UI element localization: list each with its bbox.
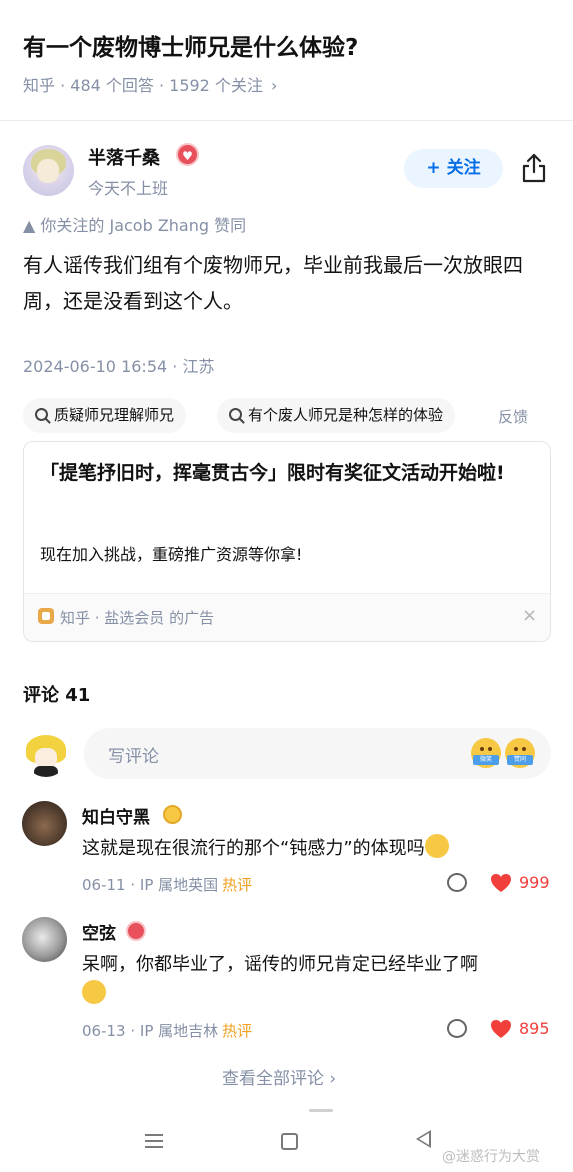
question-title[interactable]: 有一个废物博士师兄是什么体验? [23,28,358,62]
comment-meta: 06-13 · IP 属地吉林 热评 [82,1020,252,1041]
zhihu-vip-logo-icon [38,608,54,624]
watermark: @迷惑行为大赏 [442,1149,540,1165]
comment-date-location: 06-13 · IP 属地吉林 [82,1022,219,1040]
back-icon[interactable] [416,1130,431,1148]
member-badge-icon [163,805,182,824]
ad-source: 知乎 · 盐选会员 的广告 [60,609,215,627]
cat-emoji-icon [424,834,449,858]
commenter-avatar[interactable] [22,917,67,962]
heart-icon[interactable] [490,1019,512,1039]
author-bio: 今天不上班 [88,179,169,198]
related-search-label: 有个废人师兄是种怎样的体验 [248,406,444,424]
comments-header: 评论 41 [23,685,91,706]
follow-button[interactable]: + 关注 [404,149,503,188]
verified-badge-icon [126,921,146,941]
emoji-agree-label: 赞同 [507,755,533,765]
emoji-smile-label: 微笑 [473,755,499,765]
upvote-notice: ▲ 你关注的 Jacob Zhang 赞同 [23,216,247,235]
share-icon[interactable] [520,152,548,184]
author-name[interactable]: 半落千桑 [88,144,160,170]
ad-title: 「提笔抒旧时，挥毫贯古今」限时有奖征文活动开始啦! [40,462,505,484]
comment-bubble-icon[interactable] [447,1019,467,1038]
related-search-label: 质疑师兄理解师兄 [54,406,175,424]
like-count: 895 [519,1019,550,1038]
comment-text-body: 呆啊，你都毕业了，谣传的师兄肯定已经毕业了啊 [82,954,478,975]
emoji-agree-icon[interactable]: 赞同 [505,738,535,768]
comment-date-location: 06-11 · IP 属地英国 [82,876,219,894]
close-icon[interactable]: × [522,605,537,626]
commenter-name[interactable]: 知白守黑 [82,803,150,828]
comment-text: 呆啊，你都毕业了，谣传的师兄肯定已经毕业了啊 [82,950,547,1010]
menu-icon[interactable] [145,1134,163,1148]
answer-date: 2024-06-10 16:54 · 江苏 [23,357,215,376]
related-search-tag[interactable]: 质疑师兄理解师兄 [23,398,187,433]
comment-meta: 06-11 · IP 属地英国 热评 [82,874,252,895]
comment-input-placeholder[interactable]: 写评论 [108,742,159,767]
my-avatar[interactable] [24,733,68,777]
answer-body: 有人谣传我们组有个废物师兄，毕业前我最后一次放眼四周，还是没看到这个人。 [23,253,523,313]
emoji-smile-icon[interactable]: 微笑 [471,738,501,768]
scroll-indicator [309,1109,333,1112]
question-meta-text: 知乎 · 484 个回答 · 1592 个关注 [23,76,263,95]
hot-comment-badge: 热评 [222,876,253,894]
feedback-link[interactable]: 反馈 [498,406,528,427]
related-search-tag[interactable]: 有个废人师兄是种怎样的体验 [217,398,456,433]
question-meta[interactable]: 知乎 · 484 个回答 · 1592 个关注 › [23,72,277,96]
heart-icon[interactable] [490,873,512,893]
comment-text-body: 这就是现在很流行的那个“钝感力”的体现吗 [82,838,425,859]
laughing-emoji-icon [82,980,106,1004]
header-divider [0,120,573,121]
author-avatar[interactable] [23,145,74,196]
like-count: 999 [519,873,550,892]
search-icon [229,408,242,421]
ad-description: 现在加入挑战，重磅推广资源等你拿! [40,545,303,564]
chevron-right-icon: › [270,76,278,95]
author-badge-icon: ♥ [176,143,199,166]
comment-bubble-icon[interactable] [447,873,467,892]
search-icon [35,408,48,421]
comment-text: 这就是现在很流行的那个“钝感力”的体现吗 [82,834,547,864]
related-searches: 质疑师兄理解师兄 有个废人师兄是种怎样的体验 [23,398,573,434]
hot-comment-badge: 热评 [222,1022,253,1040]
commenter-name[interactable]: 空弦 [82,919,116,944]
home-icon[interactable] [281,1133,298,1150]
view-all-comments-link[interactable]: 查看全部评论 › [222,1064,336,1089]
ad-card[interactable]: 「提笔抒旧时，挥毫贯古今」限时有奖征文活动开始啦! 现在加入挑战，重磅推广资源等… [23,441,551,642]
commenter-avatar[interactable] [22,801,67,846]
